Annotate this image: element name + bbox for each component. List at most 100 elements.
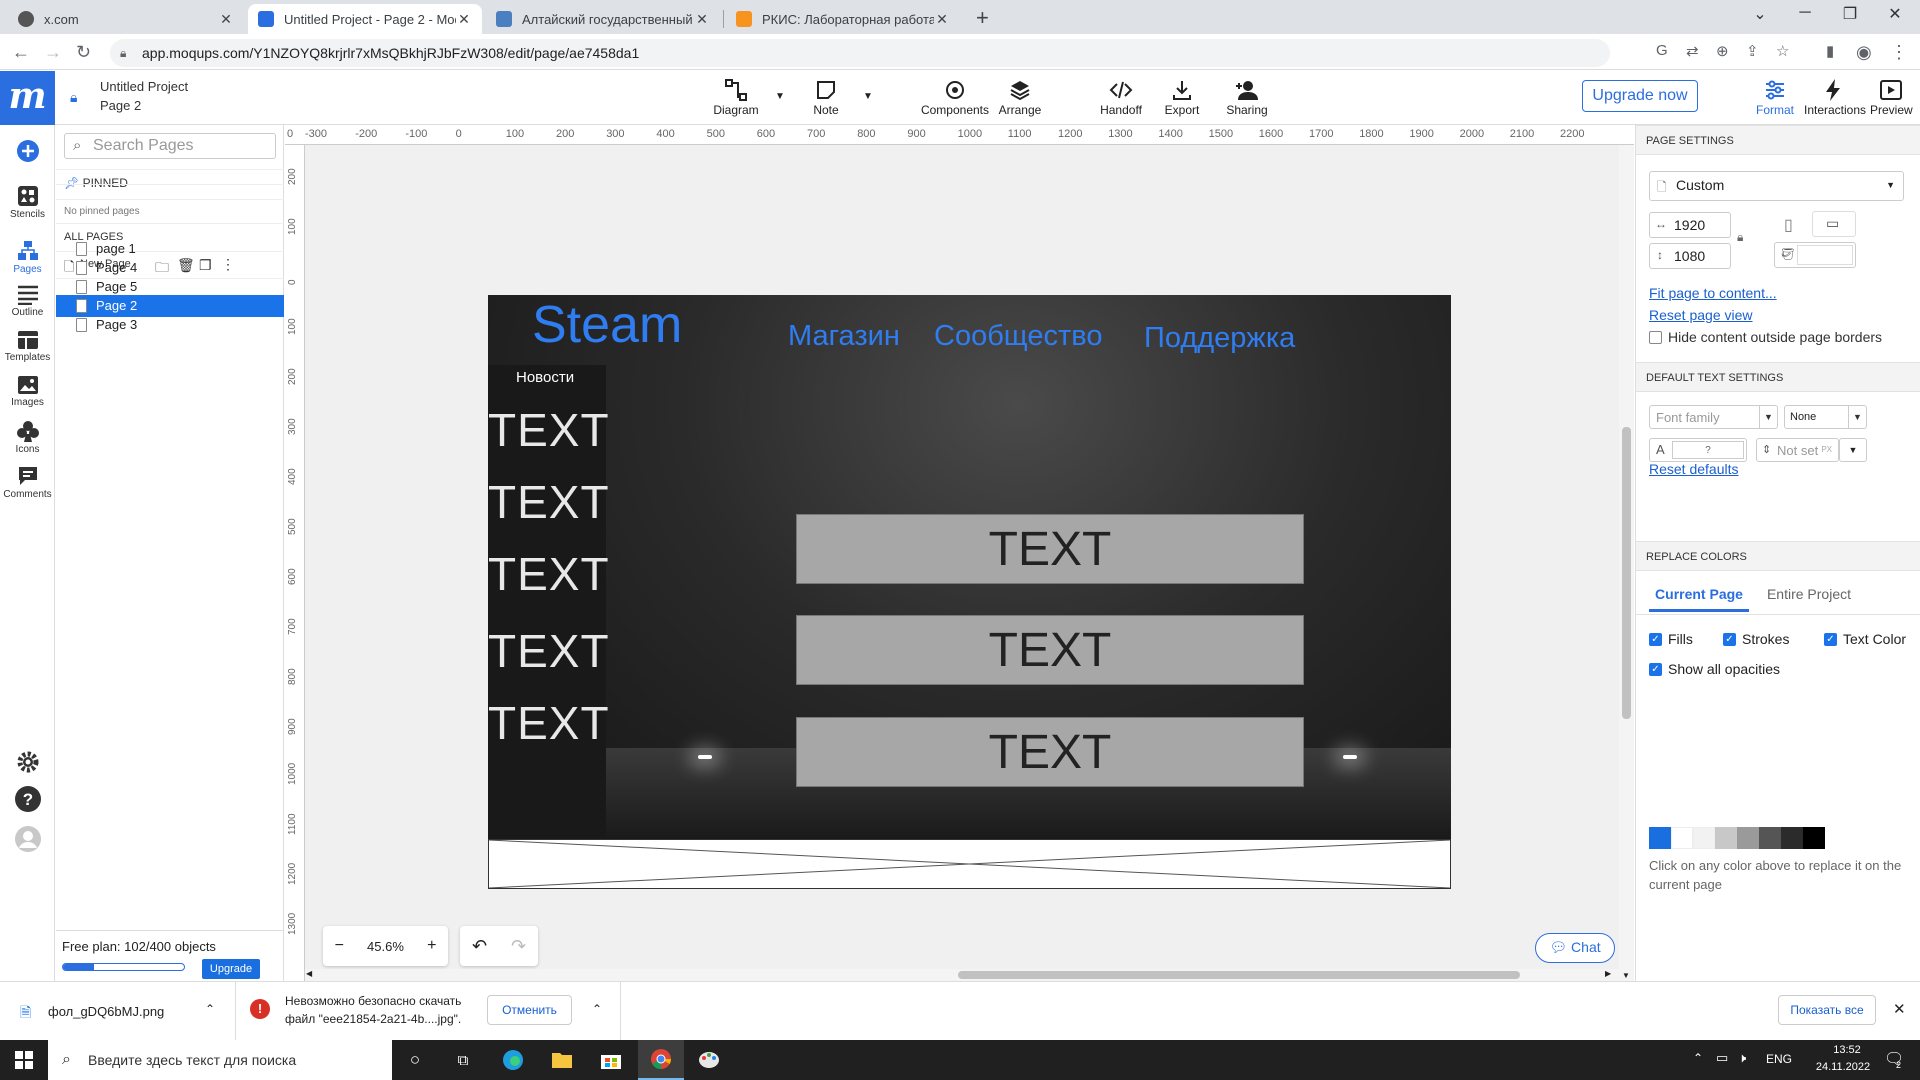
- mock-sidebar-item[interactable]: TEXT: [488, 403, 610, 457]
- interactions-tool[interactable]: Interactions: [1804, 77, 1866, 117]
- reset-view-link[interactable]: Reset page view: [1649, 307, 1753, 323]
- browser-tab-moqups[interactable]: Untitled Project - Page 2 - Moqu ✕: [248, 4, 482, 34]
- notifications-icon[interactable]: 🗨︎: [1884, 1049, 1904, 1069]
- lock-icon[interactable]: 🔒︎: [70, 89, 77, 106]
- scroll-left-icon[interactable]: ◀: [306, 969, 312, 978]
- new-tab-button[interactable]: +: [976, 5, 989, 31]
- landscape-button[interactable]: ▭: [1812, 211, 1856, 237]
- close-tab-icon[interactable]: ✕: [934, 11, 950, 28]
- color-swatch[interactable]: [1649, 827, 1671, 849]
- close-tab-icon[interactable]: ✕: [694, 11, 710, 28]
- help-button[interactable]: ?: [0, 785, 55, 815]
- profile-icon[interactable]: ◉: [1856, 42, 1872, 63]
- arrange-tool[interactable]: Arrange: [998, 77, 1042, 117]
- taskbar-search-input[interactable]: ⌕ Введите здесь текст для поиска: [48, 1040, 392, 1080]
- color-swatch[interactable]: [1693, 827, 1715, 849]
- chrome-icon[interactable]: [638, 1040, 684, 1080]
- mock-button[interactable]: TEXT: [796, 514, 1304, 584]
- zoom-icon[interactable]: ⊕: [1716, 42, 1729, 60]
- page-size-select[interactable]: 🗋︎ Custom ▼: [1649, 171, 1904, 201]
- zoom-in-button[interactable]: +: [427, 937, 436, 955]
- upgrade-now-button[interactable]: Upgrade now: [1582, 80, 1698, 112]
- close-tab-icon[interactable]: ✕: [456, 11, 472, 28]
- page-artboard[interactable]: Steam Магазин Сообщество Поддержка Новос…: [488, 295, 1451, 839]
- mock-logo[interactable]: Steam: [532, 295, 682, 355]
- download-filename[interactable]: фол_gDQ6bMJ.png: [48, 1004, 164, 1019]
- note-dropdown-icon[interactable]: ▼: [863, 91, 873, 102]
- color-swatch[interactable]: [1671, 827, 1693, 849]
- rail-comments[interactable]: Comments: [0, 465, 55, 500]
- export-tool[interactable]: Export: [1162, 77, 1202, 117]
- mock-image-placeholder[interactable]: [488, 839, 1451, 889]
- color-swatch[interactable]: [1715, 827, 1737, 849]
- mock-button[interactable]: TEXT: [796, 615, 1304, 685]
- diagram-dropdown-icon[interactable]: ▼: [775, 91, 785, 102]
- rail-images[interactable]: Images: [0, 375, 55, 408]
- chevron-up-icon[interactable]: ⌃: [592, 1002, 602, 1016]
- page-item[interactable]: Page 3: [56, 314, 284, 336]
- clock-time[interactable]: 13:52: [1816, 1044, 1878, 1056]
- moqups-logo[interactable]: m: [0, 71, 55, 125]
- strokes-checkbox[interactable]: ✓ Strokes: [1723, 631, 1789, 647]
- mock-nav-community[interactable]: Сообщество: [934, 320, 1102, 353]
- menu-kebab-icon[interactable]: ⋮: [1890, 42, 1908, 63]
- scroll-right-icon[interactable]: ▶: [1605, 969, 1611, 978]
- mock-sidebar-item[interactable]: TEXT: [488, 475, 610, 529]
- canvas-area[interactable]: 0 -300 -200 -100 0 100 200 300 400 500 600 700 800 90…: [285, 125, 1634, 981]
- mock-sidebar-item[interactable]: TEXT: [488, 624, 610, 678]
- horizontal-scrollbar[interactable]: ◀ ▶: [305, 969, 1619, 981]
- user-avatar[interactable]: [0, 825, 55, 855]
- minimize-button[interactable]: ─: [1785, 4, 1825, 22]
- browser-tab-rkis[interactable]: РКИС: Лабораторная работа № ✕: [726, 4, 960, 34]
- close-download-bar-icon[interactable]: ✕: [1893, 1000, 1906, 1018]
- color-swatch[interactable]: [1781, 827, 1803, 849]
- mock-nav-store[interactable]: Магазин: [788, 320, 900, 353]
- fills-checkbox[interactable]: ✓ Fills: [1649, 631, 1693, 647]
- portrait-icon[interactable]: ▯: [1784, 215, 1793, 235]
- search-pages-input[interactable]: ⌕ Search Pages: [64, 133, 276, 159]
- clock-date[interactable]: 24.11.2022: [1808, 1061, 1878, 1073]
- show-all-button[interactable]: Показать все: [1778, 995, 1876, 1025]
- scroll-down-icon[interactable]: ▼: [1622, 971, 1630, 980]
- zoom-level[interactable]: 45.6%: [367, 939, 404, 954]
- paint-app-icon[interactable]: [694, 1046, 724, 1074]
- diagram-tool[interactable]: Diagram: [712, 77, 760, 117]
- format-tool[interactable]: Format: [1755, 77, 1795, 117]
- lock-ratio-icon[interactable]: 🔒︎: [1737, 230, 1743, 245]
- project-title[interactable]: Untitled Project: [100, 79, 188, 94]
- close-window-button[interactable]: ✕: [1875, 4, 1915, 24]
- tab-current-page[interactable]: Current Page: [1649, 580, 1749, 612]
- horizontal-scroll-thumb[interactable]: [958, 971, 1520, 979]
- undo-icon[interactable]: ↶: [472, 936, 487, 957]
- mock-sidebar-item[interactable]: TEXT: [488, 547, 610, 601]
- height-input[interactable]: ↕ 1080: [1649, 243, 1731, 269]
- browser-tab-altai[interactable]: Алтайский государственный ун ✕: [486, 4, 720, 34]
- vertical-scrollbar[interactable]: ▼: [1619, 145, 1634, 981]
- task-view-icon[interactable]: ⧉: [448, 1046, 478, 1074]
- redo-icon[interactable]: ↷: [511, 936, 526, 957]
- windows-start-icon[interactable]: [9, 1046, 39, 1074]
- mock-nav-support[interactable]: Поддержка: [1144, 322, 1295, 355]
- rail-icons[interactable]: Icons: [0, 420, 55, 455]
- browser-tab-x[interactable]: x.com ✕: [8, 4, 244, 34]
- color-swatch[interactable]: [1759, 827, 1781, 849]
- tab-search-icon[interactable]: ⌄: [1740, 4, 1780, 24]
- line-height-dropdown[interactable]: ▼: [1839, 438, 1867, 462]
- preview-tool[interactable]: Preview: [1870, 77, 1913, 117]
- rail-templates[interactable]: Templates: [0, 330, 55, 363]
- tab-entire-project[interactable]: Entire Project: [1754, 580, 1864, 612]
- chat-button[interactable]: 💬︎ Chat: [1535, 933, 1615, 963]
- sidepanel-icon[interactable]: ▮: [1826, 42, 1834, 60]
- rail-pages[interactable]: Pages: [0, 240, 55, 275]
- reload-icon[interactable]: ↻: [76, 42, 91, 63]
- note-tool[interactable]: Note: [808, 77, 844, 117]
- zoom-out-button[interactable]: −: [335, 937, 344, 955]
- font-style-select[interactable]: None ▼: [1784, 405, 1867, 429]
- settings-button[interactable]: [0, 750, 55, 776]
- reset-defaults-link[interactable]: Reset defaults: [1649, 461, 1739, 477]
- page-fill-input[interactable]: 🪣︎: [1774, 242, 1856, 268]
- chevron-up-icon[interactable]: ⌃: [205, 1002, 215, 1016]
- upgrade-button[interactable]: Upgrade: [202, 959, 260, 979]
- fit-page-link[interactable]: Fit page to content...: [1649, 285, 1777, 301]
- width-input[interactable]: ↔ 1920: [1649, 212, 1731, 238]
